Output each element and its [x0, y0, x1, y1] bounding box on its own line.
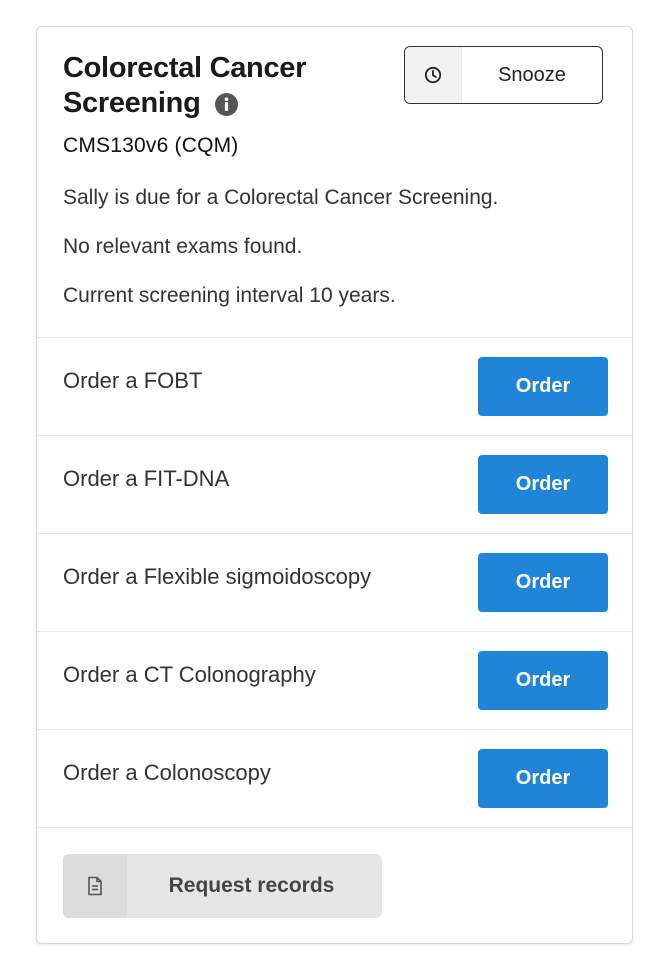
- order-label: Order a Colonoscopy: [63, 760, 271, 785]
- order-label: Order a FOBT: [63, 368, 203, 393]
- order-flexible-sigmoidoscopy-button[interactable]: Order: [478, 553, 608, 612]
- measure-id: CMS130v6 (CQM): [63, 134, 239, 157]
- order-colonoscopy-button[interactable]: Order: [478, 749, 608, 808]
- snooze-button[interactable]: Snooze: [404, 46, 603, 104]
- request-records-label: Request records: [168, 874, 335, 897]
- due-message: Sally is due for a Colorectal Cancer Scr…: [63, 186, 499, 209]
- card-header: Colorectal Cancer Screening Snooze CMS13…: [37, 27, 632, 338]
- order-fobt-button[interactable]: Order: [478, 357, 608, 416]
- order-row-fobt: Order a FOBT Order: [37, 338, 632, 436]
- card-title: Colorectal Cancer Screening: [63, 51, 383, 121]
- request-records-button[interactable]: Request records: [63, 854, 382, 918]
- order-row-flexible-sigmoidoscopy: Order a Flexible sigmoidoscopy Order: [37, 534, 632, 632]
- exam-status: No relevant exams found.: [63, 235, 303, 258]
- order-label: Order a FIT-DNA: [63, 466, 230, 491]
- screening-card: Colorectal Cancer Screening Snooze CMS13…: [36, 26, 633, 944]
- title-line-2: Screening: [63, 87, 201, 119]
- order-row-ct-colonography: Order a CT Colonography Order: [37, 632, 632, 730]
- order-label: Order a Flexible sigmoidoscopy: [63, 564, 372, 589]
- order-row-fit-dna: Order a FIT-DNA Order: [37, 436, 632, 534]
- info-icon[interactable]: [214, 93, 238, 116]
- screening-interval: Current screening interval 10 years.: [63, 284, 396, 307]
- clock-icon: [405, 47, 462, 103]
- title-line-1: Colorectal Cancer: [63, 52, 307, 84]
- order-label: Order a CT Colonography: [63, 662, 316, 687]
- snooze-label: Snooze: [498, 63, 566, 86]
- order-row-colonoscopy: Order a Colonoscopy Order: [37, 730, 632, 828]
- order-fit-dna-button[interactable]: Order: [478, 455, 608, 514]
- order-ct-colonography-button[interactable]: Order: [478, 651, 608, 710]
- document-icon: [63, 854, 127, 918]
